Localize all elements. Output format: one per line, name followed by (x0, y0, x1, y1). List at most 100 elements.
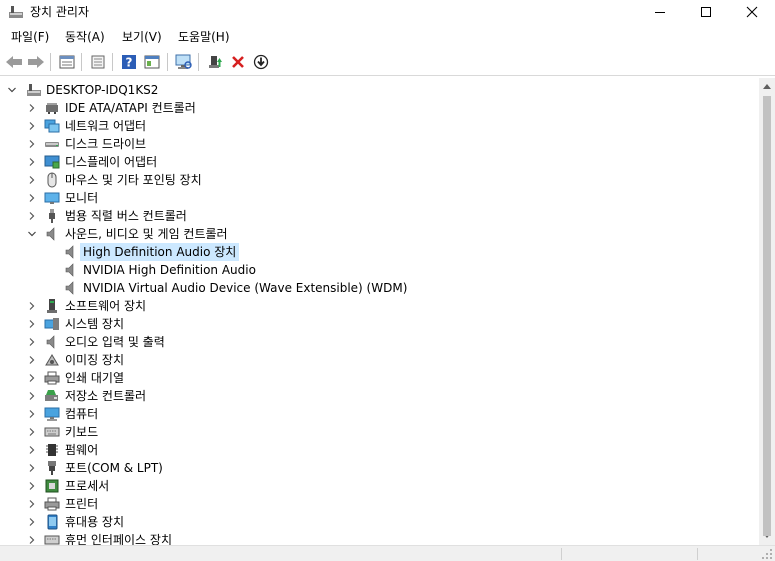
tree-item-label: 디스플레이 어댑터 (65, 155, 158, 169)
disable-device-button[interactable] (250, 52, 272, 72)
chevron-right-icon[interactable] (26, 426, 38, 438)
chevron-right-icon[interactable] (26, 174, 38, 186)
tree-item-storage-controller[interactable]: 저장소 컨트롤러 (0, 387, 759, 405)
network-adapter-icon (44, 119, 60, 133)
tree-child-nvidia-virtual-audio[interactable]: NVIDIA Virtual Audio Device (Wave Extens… (0, 279, 759, 297)
forward-button[interactable] (25, 52, 47, 72)
menu-help[interactable]: 도움말(H) (175, 28, 233, 46)
device-tree[interactable]: DESKTOP-IDQ1KS2 IDE ATA/ATAPI 컨트롤러 네트워크 … (0, 78, 759, 545)
tree-child-label-selected: High Definition Audio 장치 (80, 243, 240, 261)
uninstall-device-button[interactable] (227, 52, 249, 72)
tree-item-firmware[interactable]: 펌웨어 (0, 441, 759, 459)
chevron-right-icon[interactable] (26, 354, 38, 366)
scan-hardware-button[interactable] (173, 52, 195, 72)
tree-item-label: 디스크 드라이브 (65, 137, 147, 151)
chevron-right-icon[interactable] (26, 408, 38, 420)
tree-item-label: 프린터 (65, 497, 99, 511)
menu-file[interactable]: 파일(F) (8, 28, 52, 46)
chevron-down-icon[interactable] (26, 228, 38, 240)
chevron-right-icon[interactable] (26, 498, 38, 510)
ide-controller-icon (46, 103, 58, 114)
tree-item-audio-io[interactable]: 오디오 입력 및 출력 (0, 333, 759, 351)
tree-item-print-queue[interactable]: 인쇄 대기열 (0, 369, 759, 387)
status-bar-divider (697, 548, 698, 560)
chevron-right-icon[interactable] (26, 480, 38, 492)
tree-item-computer[interactable]: 컴퓨터 (0, 405, 759, 423)
tree-item-label: IDE ATA/ATAPI 컨트롤러 (65, 101, 196, 115)
device-manager-app-icon (8, 5, 24, 19)
chevron-right-icon[interactable] (26, 390, 38, 402)
back-button[interactable] (3, 52, 25, 72)
speaker-icon (65, 245, 74, 259)
menu-bar: 파일(F) 동작(A) 보기(V) 도움말(H) (0, 25, 775, 47)
chevron-right-icon[interactable] (26, 534, 38, 545)
tree-item-disk-drive[interactable]: 디스크 드라이브 (0, 135, 759, 153)
tree-item-hid[interactable]: 휴먼 인터페이스 장치 (0, 531, 759, 545)
chevron-right-icon[interactable] (26, 138, 38, 150)
chevron-right-icon[interactable] (26, 102, 38, 114)
maximize-button[interactable] (683, 0, 729, 24)
resize-grip-icon[interactable] (761, 548, 773, 560)
printer-icon (44, 497, 60, 511)
chevron-right-icon[interactable] (26, 372, 38, 384)
chevron-right-icon[interactable] (26, 192, 38, 204)
chevron-right-icon[interactable] (26, 120, 38, 132)
chevron-right-icon[interactable] (26, 462, 38, 474)
chevron-right-icon[interactable] (26, 156, 38, 168)
properties-button[interactable] (56, 52, 78, 72)
tree-item-ide-controller[interactable]: IDE ATA/ATAPI 컨트롤러 (0, 99, 759, 117)
chevron-down-icon[interactable] (6, 84, 18, 96)
uninstall-device-icon (232, 56, 244, 68)
minimize-button[interactable] (637, 0, 683, 24)
scan-hardware-icon (175, 54, 192, 69)
properties-sheet-button[interactable] (87, 52, 109, 72)
tree-item-processor[interactable]: 프로세서 (0, 477, 759, 495)
scroll-up-icon[interactable] (763, 83, 771, 89)
tree-item-software-device[interactable]: 소프트웨어 장치 (0, 297, 759, 315)
window-title: 장치 관리자 (30, 5, 90, 19)
help-button[interactable]: ? (118, 52, 140, 72)
tree-child-hd-audio[interactable]: High Definition Audio 장치 (0, 243, 759, 261)
tree-item-label: 이미징 장치 (65, 353, 125, 367)
tree-item-monitor[interactable]: 모니터 (0, 189, 759, 207)
keyboard-icon (44, 427, 60, 437)
menu-action[interactable]: 동작(A) (62, 28, 108, 46)
chevron-right-icon[interactable] (26, 336, 38, 348)
tree-item-label: 범용 직렬 버스 컨트롤러 (65, 209, 187, 223)
tree-item-label: 네트워크 어댑터 (65, 119, 147, 133)
tree-item-keyboard[interactable]: 키보드 (0, 423, 759, 441)
firmware-icon (46, 444, 58, 456)
tree-item-imaging-device[interactable]: 이미징 장치 (0, 351, 759, 369)
tree-item-mouse[interactable]: 마우스 및 기타 포인팅 장치 (0, 171, 759, 189)
tree-item-display-adapter[interactable]: 디스플레이 어댑터 (0, 153, 759, 171)
tree-item-system-device[interactable]: 시스템 장치 (0, 315, 759, 333)
tree-item-network-adapter[interactable]: 네트워크 어댑터 (0, 117, 759, 135)
tree-item-printer[interactable]: 프린터 (0, 495, 759, 513)
chevron-right-icon[interactable] (26, 516, 38, 528)
tree-item-usb-controller[interactable]: 범용 직렬 버스 컨트롤러 (0, 207, 759, 225)
help-icon: ? (122, 55, 136, 70)
menu-view[interactable]: 보기(V) (119, 28, 165, 46)
chevron-right-icon[interactable] (26, 318, 38, 330)
close-icon (746, 6, 758, 18)
forward-arrow-icon (28, 56, 44, 68)
tree-root[interactable]: DESKTOP-IDQ1KS2 (0, 81, 759, 99)
tree-item-portable-device[interactable]: 휴대용 장치 (0, 513, 759, 531)
chevron-right-icon[interactable] (26, 210, 38, 222)
tree-item-label: 키보드 (65, 425, 99, 439)
chevron-right-icon[interactable] (26, 444, 38, 456)
tree-item-port[interactable]: 포트(COM & LPT) (0, 459, 759, 477)
update-driver-button[interactable] (204, 52, 226, 72)
maximize-icon (701, 7, 711, 17)
storage-controller-icon (45, 390, 58, 401)
show-hidden-button[interactable] (141, 52, 163, 72)
show-hidden-icon (144, 55, 160, 69)
vertical-scroll-thumb[interactable] (763, 96, 771, 536)
tree-child-label: NVIDIA Virtual Audio Device (Wave Extens… (83, 281, 408, 295)
tree-item-label: 휴대용 장치 (65, 515, 125, 529)
chevron-right-icon[interactable] (26, 300, 38, 312)
audio-io-icon (46, 335, 55, 349)
close-button[interactable] (729, 0, 775, 24)
tree-item-sound-controllers[interactable]: 사운드, 비디오 및 게임 컨트롤러 (0, 225, 759, 243)
tree-child-nvidia-hd-audio[interactable]: NVIDIA High Definition Audio (0, 261, 759, 279)
